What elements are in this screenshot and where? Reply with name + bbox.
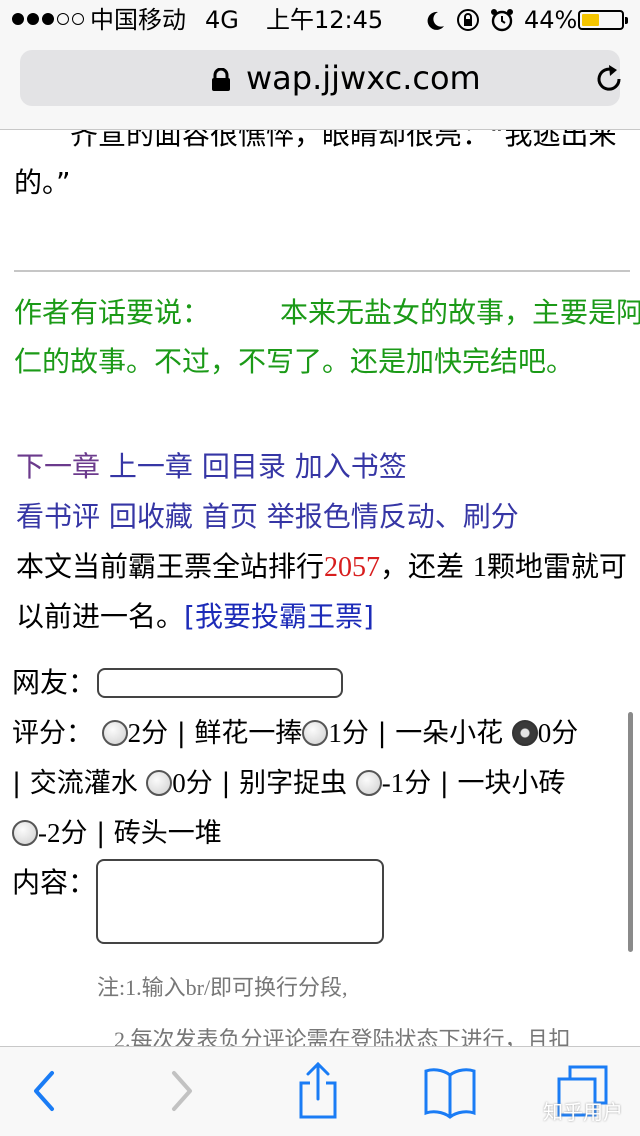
vote-link[interactable]: [我要投霸王票] (184, 600, 374, 633)
book-icon[interactable] (420, 1061, 480, 1121)
scrollbar[interactable] (628, 712, 633, 952)
url-text: wap.jjwxc.com (246, 59, 481, 97)
score-radio-0b[interactable] (146, 770, 173, 796)
site-nav: 看书评 回收藏 首页 举报色情反动、刷分 (16, 492, 519, 542)
moon-icon (427, 11, 444, 30)
author-note-line: 作者有话要说： 本来无盐女的故事，主要是阿 (14, 288, 640, 338)
carrier-name: 中国移动 (90, 6, 186, 34)
divider (14, 270, 630, 272)
toc-link[interactable]: 回目录 (202, 450, 286, 483)
prev-chapter-link[interactable]: 上一章 (109, 450, 193, 483)
ranking-prefix: 本文当前霸王票全站排行 (16, 550, 325, 583)
author-note-label: 作者有话要说： (14, 296, 211, 329)
reviews-link[interactable]: 看书评 (16, 500, 100, 533)
battery-percent: 44% (524, 6, 578, 34)
score-radio-minus2[interactable] (12, 820, 38, 846)
ranking-middle: ，还差 (380, 550, 473, 583)
article-line: 的。” (14, 166, 71, 199)
score-label: 评分： (12, 718, 93, 749)
rotation-lock-icon (457, 9, 479, 31)
report-link[interactable]: 举报色情反动、刷分 (267, 500, 519, 533)
score-desc: 交流灌水 (29, 768, 138, 799)
score-desc: 一朵小花 (395, 718, 504, 749)
score-radio-1[interactable] (302, 720, 329, 746)
clock: 上午12:45 (266, 6, 384, 34)
netizen-name-input[interactable] (97, 668, 343, 698)
ranking-line: 本文当前霸王票全站排行2057，还差 1颗地雷就可 (16, 542, 627, 593)
chapter-nav: 下一章 上一章 回目录 加入书签 (16, 442, 407, 492)
home-link[interactable]: 首页 (202, 500, 258, 533)
share-icon[interactable] (288, 1061, 348, 1121)
next-chapter-link[interactable]: 下一章 (16, 450, 100, 483)
chevron-left-icon[interactable] (14, 1061, 74, 1121)
ranking-number: 2057 (324, 552, 381, 583)
ranking-line-2: 以前进一名。[我要投霸王票] (16, 592, 374, 642)
favorite-link[interactable]: 回收藏 (109, 500, 193, 533)
author-note-text: 仁的故事。不过，不写了。还是加快完结吧。 (14, 345, 575, 378)
score-row-1: 评分： 2分 | 鲜花一捧 1分 | 一朵小花 0分 (12, 718, 579, 749)
browser-address-bar: wap.jjwxc.com (0, 40, 640, 130)
score-desc: 别字捉虫 (239, 768, 348, 799)
score-radio-minus1[interactable] (355, 770, 382, 796)
author-note-text: 本来无盐女的故事，主要是阿 (280, 296, 640, 329)
chevron-right-icon[interactable] (152, 1061, 212, 1121)
status-bar: 中国移动 4G 上午12:45 44% (0, 0, 640, 40)
url-field[interactable]: wap.jjwxc.com (20, 50, 621, 106)
reload-icon[interactable] (595, 64, 625, 94)
battery-icon (578, 10, 628, 30)
ranking-suffix-2: 以前进一名。 (16, 600, 185, 633)
score-desc: 鲜花一捧 (194, 718, 303, 749)
form-note: 注:1.输入br/即可换行分段, (97, 975, 348, 1000)
ranking-suffix: 颗地雷就可 (486, 550, 627, 583)
score-row-2: | 交流灌水 0分 | 别字捉虫 -1分 | 一块小砖 (12, 768, 566, 799)
watermark: 知乎用户 (543, 1100, 623, 1124)
netizen-label: 网友： (12, 666, 97, 699)
score-desc: 一块小砖 (457, 768, 566, 799)
comment-textarea[interactable] (96, 859, 384, 944)
signal-strength-icon (12, 13, 84, 25)
score-radio-0-selected[interactable] (511, 720, 538, 746)
score-row-3: -2分 | 砖头一堆 (12, 808, 222, 859)
lock-icon (212, 68, 230, 91)
bookmark-link[interactable]: 加入书签 (295, 450, 407, 483)
score-desc: 砖头一堆 (113, 818, 222, 849)
score-radio-2[interactable] (101, 720, 128, 746)
content-label: 内容： (12, 866, 97, 899)
alarm-icon (491, 9, 513, 32)
mine-count: 1 (472, 552, 487, 583)
network-type: 4G (205, 6, 239, 34)
